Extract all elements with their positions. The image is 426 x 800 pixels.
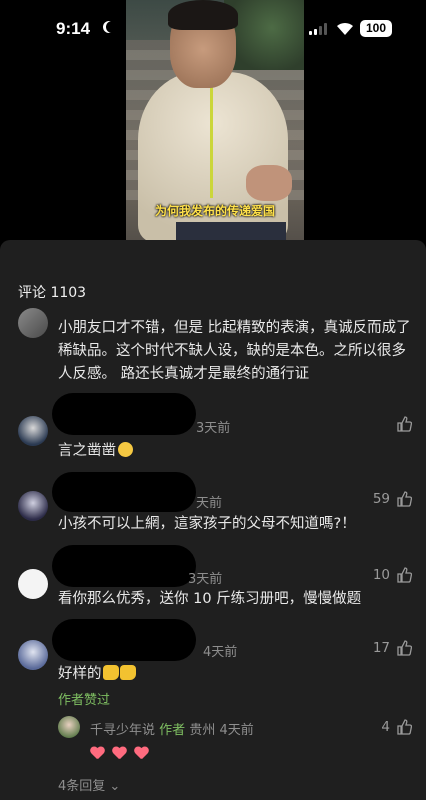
thumbs-up-icon (397, 640, 412, 656)
comment-time: 天前 (196, 496, 223, 511)
heart-emoji-icon (90, 747, 104, 759)
like-count: 59 (372, 491, 390, 507)
comment-body-text: 好样的 (58, 666, 102, 682)
laughing-emoji-icon (118, 442, 133, 457)
like-button[interactable]: 4 (381, 719, 412, 735)
comment-body-text: 言之凿凿 (58, 443, 116, 459)
thumbs-up-icon (397, 491, 412, 507)
like-button[interactable]: 59 (373, 491, 412, 507)
comments-count-title: 评论 1103 (18, 285, 87, 301)
redaction-mask (52, 545, 196, 587)
video-jacket-zipper (210, 78, 213, 198)
reply-body (90, 744, 151, 763)
author-liked-badge: 作者赞过 (58, 693, 111, 708)
avatar[interactable] (18, 416, 48, 446)
do-not-disturb-icon (106, 21, 118, 33)
redaction-mask (52, 619, 196, 661)
like-button[interactable] (396, 416, 412, 432)
video-person-pants (176, 222, 286, 240)
comment-item: 3天前 言之凿凿 (0, 393, 426, 480)
avatar[interactable] (18, 491, 48, 521)
comments-sheet: 评论 1103 小朋友口才不错，但是 比起精致的表演，真诚反而成了稀缺品。这个时… (0, 240, 426, 800)
status-bar: 9:14 100 (0, 0, 426, 60)
reply-location: 贵州 (189, 723, 216, 738)
wifi-icon (337, 22, 353, 35)
thumbs-up-icon (397, 567, 412, 583)
redaction-mask (52, 472, 196, 512)
like-count: 10 (372, 567, 390, 583)
like-button[interactable]: 10 (373, 567, 412, 583)
reply-meta: 千寻少年说 作者 贵州 4天前 (90, 719, 254, 738)
thumbs-up-emoji-icon (102, 665, 119, 680)
heart-emoji-icon (112, 747, 126, 759)
like-button[interactable]: 17 (373, 640, 412, 656)
like-count: 17 (372, 640, 390, 656)
expand-replies-link[interactable]: 4条回复 ⌄ (58, 775, 120, 794)
reply-time: 4天前 (219, 723, 254, 738)
chevron-down-icon: ⌄ (109, 779, 121, 794)
comment-body: 看你那么优秀，送你 10 斤练习册吧，慢慢做题 (58, 591, 362, 607)
video-person-hands (246, 165, 292, 201)
author-tag: 作者 (159, 723, 186, 738)
comment-body: 好样的 (58, 663, 414, 686)
video-subtitle: 为何我发布的传递爱国 (154, 204, 275, 218)
comment-time: 3天前 (188, 572, 223, 587)
avatar[interactable] (18, 569, 48, 599)
comment-body: 小朋友口才不错，但是 比起精致的表演，真诚反而成了稀缺品。这个时代不缺人设，缺的… (58, 320, 411, 382)
comment-item: 4天前 好样的 作者赞过 17 (0, 619, 426, 716)
reply-author[interactable]: 千寻少年说 (90, 723, 155, 738)
thumbs-up-icon (397, 719, 412, 735)
clock: 9:14 (56, 19, 91, 38)
cellular-signal-icon (309, 23, 327, 35)
avatar[interactable] (58, 716, 80, 738)
comment-body: 小孩不可以上網，這家孩子的父母不知道嗎?！ (58, 516, 356, 532)
redaction-mask (52, 393, 196, 435)
comment-body: 言之凿凿 (58, 440, 414, 463)
thumbs-up-emoji-icon (119, 665, 136, 680)
like-count: 4 (381, 719, 390, 735)
avatar[interactable] (18, 308, 48, 338)
reply-item: 千寻少年说 作者 贵州 4天前 4 (0, 714, 426, 770)
thumbs-up-icon (397, 416, 412, 432)
comment-time: 4天前 (203, 645, 238, 660)
expand-replies-label: 4条回复 (58, 779, 106, 794)
battery-indicator: 100 (360, 20, 392, 37)
heart-emoji-icon (134, 747, 148, 759)
avatar[interactable] (18, 640, 48, 670)
comment-item: 小朋友口才不错，但是 比起精致的表演，真诚反而成了稀缺品。这个时代不缺人设，缺的… (0, 302, 426, 402)
comment-time: 3天前 (196, 421, 231, 436)
